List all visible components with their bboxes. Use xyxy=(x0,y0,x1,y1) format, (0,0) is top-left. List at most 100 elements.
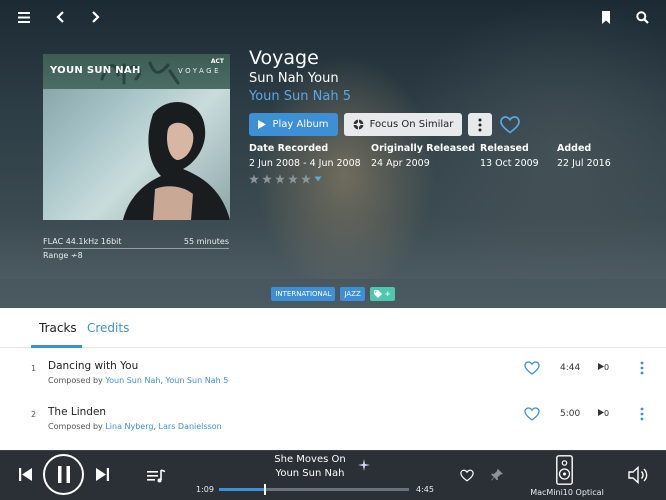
star-icon[interactable] xyxy=(262,174,272,184)
album-artist-link[interactable]: Youn Sun Nah 5 xyxy=(249,89,351,104)
album-header: ACT YOUN SUN NAH VOYAGE FLAC 44.1kHz 16b… xyxy=(0,0,666,308)
track-composers: Composed by Youn Sun Nah, Youn Sun Nah 5 xyxy=(48,376,229,385)
track-composers: Composed by Lina Nyberg, Lars Danielsson xyxy=(48,422,222,431)
track-title[interactable]: Dancing with You xyxy=(48,360,138,372)
track-title[interactable]: The Linden xyxy=(48,406,106,418)
composed-by-label: Composed by xyxy=(48,376,106,385)
added-heading: Added xyxy=(557,143,592,154)
composed-by-label: Composed by xyxy=(48,422,106,431)
tag-icon xyxy=(373,289,382,298)
date-originally-released: Originally Released 24 Apr 2009 xyxy=(371,143,475,169)
released-heading: Released xyxy=(480,143,529,154)
star-icon[interactable] xyxy=(275,174,285,184)
play-count-value: 0 xyxy=(604,409,610,418)
active-tab-indicator xyxy=(31,345,82,348)
date-released: Released 13 Oct 2009 xyxy=(480,143,539,169)
add-tag-button[interactable]: + xyxy=(369,286,395,301)
speaker-icon xyxy=(555,454,573,485)
play-count[interactable]: 0 xyxy=(598,363,609,372)
star-icon[interactable] xyxy=(249,174,259,184)
cover-portrait xyxy=(123,102,230,220)
date-recorded-value: 2 Jun 2008 - 4 Jun 2008 xyxy=(249,158,361,169)
star-icon[interactable] xyxy=(288,174,298,184)
track-duration: 5:00 xyxy=(560,409,581,419)
cover-title: VOYAGE xyxy=(177,67,221,75)
radio-pin-button[interactable] xyxy=(488,466,506,484)
vertical-dots-icon xyxy=(478,118,482,131)
album-cover[interactable]: ACT YOUN SUN NAH VOYAGE xyxy=(43,54,230,220)
track-number: 2 xyxy=(31,410,37,419)
rating-dropdown-icon[interactable] xyxy=(314,176,322,182)
released-value: 13 Oct 2009 xyxy=(480,158,539,169)
favorite-album-button[interactable] xyxy=(498,113,522,136)
tab-tracks[interactable]: Tracks xyxy=(39,321,77,335)
sparkle-icon xyxy=(358,459,370,471)
pause-button[interactable] xyxy=(43,454,84,495)
play-icon xyxy=(258,120,267,129)
skip-previous-icon xyxy=(18,467,32,481)
composer-link[interactable]: Lina Nyberg xyxy=(105,422,153,431)
star-icon[interactable] xyxy=(301,174,311,184)
play-album-button[interactable]: Play Album xyxy=(249,113,338,136)
rating-stars[interactable] xyxy=(249,174,322,184)
pause-icon xyxy=(57,466,70,483)
zone-name[interactable]: MacMini10 Optical xyxy=(527,488,607,497)
queue-button[interactable] xyxy=(145,465,167,487)
favorite-track-button[interactable] xyxy=(458,466,476,484)
search-icon[interactable] xyxy=(631,6,653,28)
top-bar xyxy=(0,0,666,34)
track-more-button[interactable] xyxy=(636,358,648,378)
meta-divider xyxy=(43,248,229,249)
focus-similar-button[interactable]: Focus On Similar xyxy=(344,113,462,136)
added-value: 22 Jul 2016 xyxy=(557,158,611,169)
genre-tag-jazz[interactable]: JAZZ xyxy=(340,286,365,301)
genre-bar: INTERNATIONAL JAZZ + xyxy=(0,279,666,308)
queue-icon xyxy=(146,468,165,482)
volume-icon xyxy=(628,466,648,484)
composer-link[interactable]: Youn Sun Nah 5 xyxy=(166,376,229,385)
track-duration: 4:44 xyxy=(560,363,581,373)
seek-handle[interactable] xyxy=(263,484,266,495)
now-playing-title[interactable]: She Moves On xyxy=(210,454,410,465)
more-options-button[interactable] xyxy=(468,113,492,136)
track-number: 1 xyxy=(31,364,37,373)
original-release-value: 24 Apr 2009 xyxy=(371,158,430,169)
heart-icon[interactable] xyxy=(524,406,540,422)
total-time: 4:45 xyxy=(416,485,434,494)
tab-bar: Tracks Credits xyxy=(0,308,666,348)
vertical-dots-icon xyxy=(640,407,644,421)
forward-icon[interactable] xyxy=(85,6,107,28)
original-release-heading: Originally Released xyxy=(371,143,476,154)
next-track-button[interactable] xyxy=(91,463,113,485)
play-album-label: Play Album xyxy=(272,119,329,130)
dynamic-range: Range ≁8 xyxy=(43,251,83,260)
back-icon[interactable] xyxy=(49,6,71,28)
cover-artist: YOUN SUN NAH xyxy=(50,65,141,76)
genre-tag-international[interactable]: INTERNATIONAL xyxy=(271,286,336,301)
menu-icon[interactable] xyxy=(13,6,35,28)
heart-icon xyxy=(460,469,474,481)
seek-bar[interactable] xyxy=(219,484,409,495)
composer-link[interactable]: Youn Sun Nah xyxy=(105,376,160,385)
vertical-dots-icon xyxy=(640,361,644,375)
heart-icon[interactable] xyxy=(524,360,540,376)
play-count-value: 0 xyxy=(604,363,610,372)
album-artist[interactable]: Sun Nah Youn xyxy=(249,71,339,86)
bookmark-icon[interactable] xyxy=(595,6,617,28)
elapsed-time: 1:09 xyxy=(196,485,214,494)
volume-button[interactable] xyxy=(627,464,651,486)
zone-button[interactable] xyxy=(553,453,575,486)
track-row[interactable]: 2 The Linden Composed by Lina Nyberg, La… xyxy=(0,398,666,442)
date-recorded: Date Recorded 2 Jun 2008 - 4 Jun 2008 xyxy=(249,143,361,169)
date-recorded-heading: Date Recorded xyxy=(249,143,329,154)
now-playing-artist[interactable]: Youn Sun Nah xyxy=(210,468,410,479)
composer-link[interactable]: Lars Danielsson xyxy=(159,422,222,431)
tab-credits[interactable]: Credits xyxy=(87,321,129,335)
play-count[interactable]: 0 xyxy=(598,409,609,418)
format-info: FLAC 44.1kHz 16bit xyxy=(43,237,122,246)
pin-icon xyxy=(491,469,503,481)
track-more-button[interactable] xyxy=(636,404,648,424)
track-row[interactable]: 1 Dancing with You Composed by Youn Sun … xyxy=(0,352,666,396)
album-title: Voyage xyxy=(249,47,319,69)
previous-track-button[interactable] xyxy=(14,463,36,485)
